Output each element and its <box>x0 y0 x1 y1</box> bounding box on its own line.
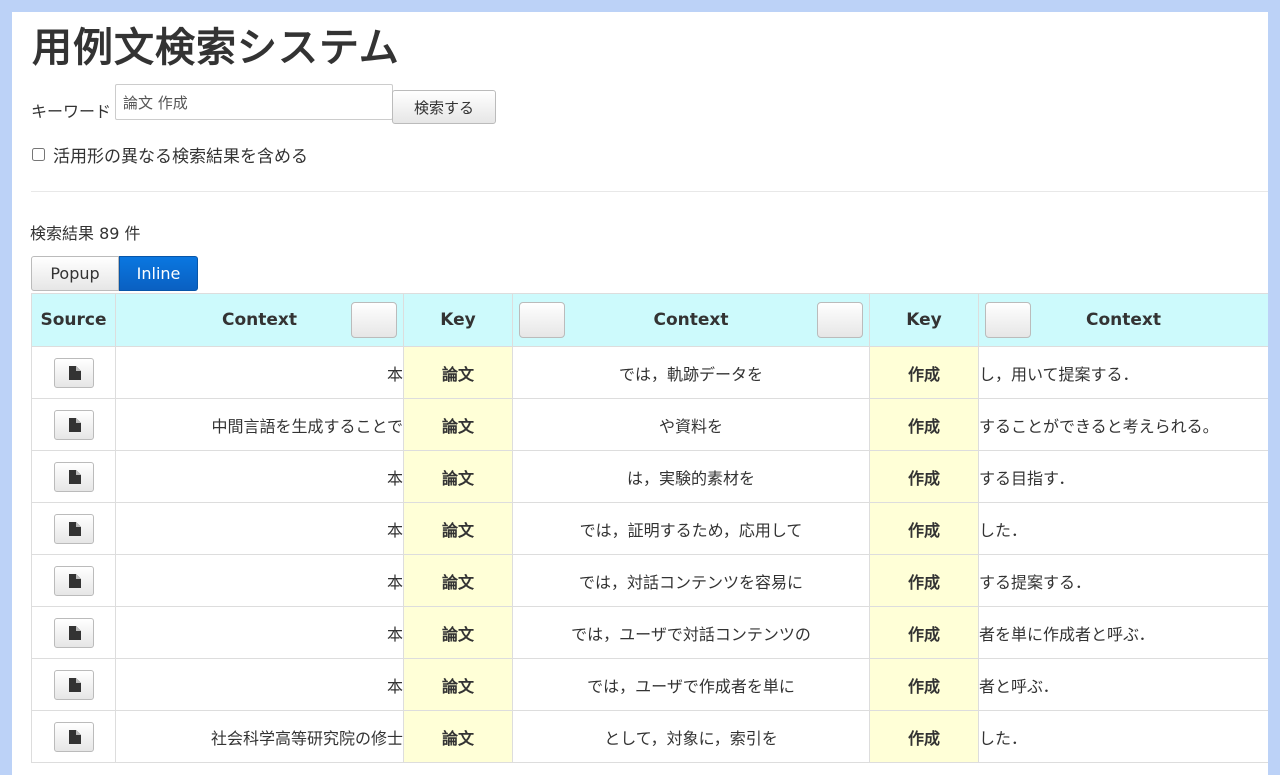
keyword-input[interactable] <box>115 84 393 120</box>
source-button[interactable] <box>53 617 94 648</box>
key-1: 論文 <box>403 710 513 763</box>
header-source: Source <box>31 293 116 347</box>
key-1: 論文 <box>403 450 513 503</box>
context-right: する目指す． <box>978 450 1268 503</box>
key-2: 作成 <box>869 606 979 659</box>
source-button[interactable] <box>53 461 94 492</box>
source-button[interactable] <box>53 513 94 544</box>
key-1: 論文 <box>403 398 513 451</box>
sort-left-context-button[interactable] <box>351 302 397 338</box>
context-middle: や資料を <box>512 398 870 451</box>
key-2: 作成 <box>869 346 979 399</box>
context-middle: では，証明するため，応用して <box>512 502 870 555</box>
table-row: 本 論文 では，対話コンテンツを容易に 作成 する提案する． <box>31 554 1268 607</box>
inflection-label: 活用形の異なる検索結果を含める <box>53 147 308 167</box>
context-left: 社会科学高等研究院の修士 <box>115 710 404 763</box>
results-table: Source Context Key Context Key Context 本… <box>31 293 1268 763</box>
context-middle: は，実験的素材を <box>512 450 870 503</box>
document-icon <box>68 677 81 692</box>
page-title: 用例文検索システム <box>32 25 400 71</box>
key-2: 作成 <box>869 502 979 555</box>
popup-view-button[interactable]: Popup <box>31 256 119 291</box>
context-left: 中間言語を生成することで <box>115 398 404 451</box>
keyword-label: キーワード <box>31 102 112 121</box>
sort-middle-left-button[interactable] <box>519 302 565 338</box>
context-middle: では，対話コンテンツを容易に <box>512 554 870 607</box>
source-button[interactable] <box>53 721 94 752</box>
inflection-option[interactable]: 活用形の異なる検索結果を含める <box>32 142 308 167</box>
table-row: 本 論文 では，ユーザで対話コンテンツの 作成 者を単に作成者と呼ぶ． <box>31 606 1268 659</box>
table-row: 本 論文 では，軌跡データを 作成 し，用いて提案する． <box>31 346 1268 399</box>
header-context-middle: Context <box>512 293 870 347</box>
context-right: した． <box>978 710 1268 763</box>
document-icon <box>68 521 81 536</box>
document-icon <box>68 573 81 588</box>
search-button[interactable]: 検索する <box>392 90 496 124</box>
key-1: 論文 <box>403 554 513 607</box>
header-key-1: Key <box>403 293 513 347</box>
context-right: することができると考えられる。 <box>978 398 1268 451</box>
table-row: 中間言語を生成することで 論文 や資料を 作成 することができると考えられる。 <box>31 398 1268 451</box>
table-row: 本 論文 は，実験的素材を 作成 する目指す． <box>31 450 1268 503</box>
context-middle: では，ユーザで対話コンテンツの <box>512 606 870 659</box>
header-key-2: Key <box>869 293 979 347</box>
context-right: 者を単に作成者と呼ぶ． <box>978 606 1268 659</box>
table-row: 社会科学高等研究院の修士 論文 として，対象に，索引を 作成 した． <box>31 710 1268 763</box>
source-button[interactable] <box>53 409 94 440</box>
key-1: 論文 <box>403 502 513 555</box>
document-icon <box>68 625 81 640</box>
inflection-checkbox[interactable] <box>32 148 45 161</box>
result-count: 検索結果 89 件 <box>30 224 141 243</box>
context-left: 本 <box>115 658 404 711</box>
document-icon <box>68 469 81 484</box>
context-left: 本 <box>115 554 404 607</box>
inline-view-button[interactable]: Inline <box>119 256 198 291</box>
table-header-row: Source Context Key Context Key Context <box>31 293 1268 347</box>
page: 用例文検索システム キーワード 検索する 活用形の異なる検索結果を含める 検索結… <box>12 12 1268 775</box>
key-1: 論文 <box>403 346 513 399</box>
key-2: 作成 <box>869 658 979 711</box>
context-right: し，用いて提案する． <box>978 346 1268 399</box>
document-icon <box>68 729 81 744</box>
divider <box>31 191 1268 192</box>
table-row: 本 論文 では，ユーザで作成者を単に 作成 者と呼ぶ． <box>31 658 1268 711</box>
header-context-right: Context <box>978 293 1268 347</box>
document-icon <box>68 417 81 432</box>
document-icon <box>68 365 81 380</box>
header-context-left: Context <box>115 293 404 347</box>
source-button[interactable] <box>53 565 94 596</box>
key-2: 作成 <box>869 710 979 763</box>
context-left: 本 <box>115 606 404 659</box>
key-2: 作成 <box>869 554 979 607</box>
context-middle: として，対象に，索引を <box>512 710 870 763</box>
table-row: 本 論文 では，証明するため，応用して 作成 した． <box>31 502 1268 555</box>
context-left: 本 <box>115 450 404 503</box>
sort-middle-right-button[interactable] <box>817 302 863 338</box>
context-middle: では，軌跡データを <box>512 346 870 399</box>
source-button[interactable] <box>53 357 94 388</box>
context-right: 者と呼ぶ． <box>978 658 1268 711</box>
key-2: 作成 <box>869 398 979 451</box>
source-button[interactable] <box>53 669 94 700</box>
context-left: 本 <box>115 346 404 399</box>
context-right: した． <box>978 502 1268 555</box>
key-1: 論文 <box>403 658 513 711</box>
context-right: する提案する． <box>978 554 1268 607</box>
key-1: 論文 <box>403 606 513 659</box>
context-left: 本 <box>115 502 404 555</box>
key-2: 作成 <box>869 450 979 503</box>
context-middle: では，ユーザで作成者を単に <box>512 658 870 711</box>
view-mode-toggle: Popup Inline <box>31 256 198 291</box>
sort-right-context-button[interactable] <box>985 302 1031 338</box>
